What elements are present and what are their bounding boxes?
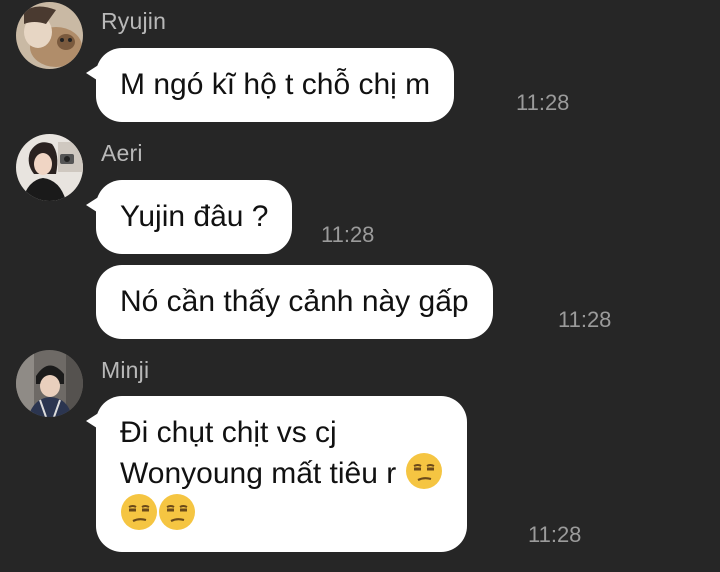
avatar-minji[interactable] (16, 350, 83, 417)
sender-name: Minji (101, 357, 150, 383)
message-bubble[interactable]: Yujin đâu ? (85, 180, 293, 254)
message-bubble[interactable]: M ngó kĩ hộ t chỗ chị m (85, 48, 455, 122)
chat-view: Ryujin M ngó kĩ hộ t chỗ chị m 11:28 Aer… (0, 0, 720, 572)
avatar-aeri[interactable] (16, 134, 83, 201)
message-text: M ngó kĩ hộ t chỗ chị m (120, 68, 431, 101)
unamused-face-emoji (158, 493, 196, 531)
message-time: 11:28 (528, 522, 582, 547)
message-text-line: Wonyoung mất tiêu r (120, 452, 443, 493)
message-bubble[interactable]: Nó cần thấy cảnh này gấp (96, 265, 493, 339)
message-text: Yujin đâu ? (120, 200, 269, 233)
message-text-line: Đi chụt chịt vs cj (120, 416, 337, 449)
message-text: Nó cần thấy cảnh này gấp (120, 285, 469, 318)
message-time: 11:28 (516, 90, 570, 115)
message-time: 11:28 (321, 222, 375, 247)
emoji-line (120, 493, 443, 534)
sender-name: Aeri (101, 140, 143, 166)
sender-name: Ryujin (101, 8, 167, 34)
unamused-face-emoji (405, 452, 443, 490)
message-bubble[interactable]: Đi chụt chịt vs cj Wonyoung mất tiêu r (86, 396, 467, 552)
message-time: 11:28 (558, 307, 612, 332)
unamused-face-emoji (120, 493, 158, 531)
avatar-ryujin[interactable] (16, 2, 83, 69)
